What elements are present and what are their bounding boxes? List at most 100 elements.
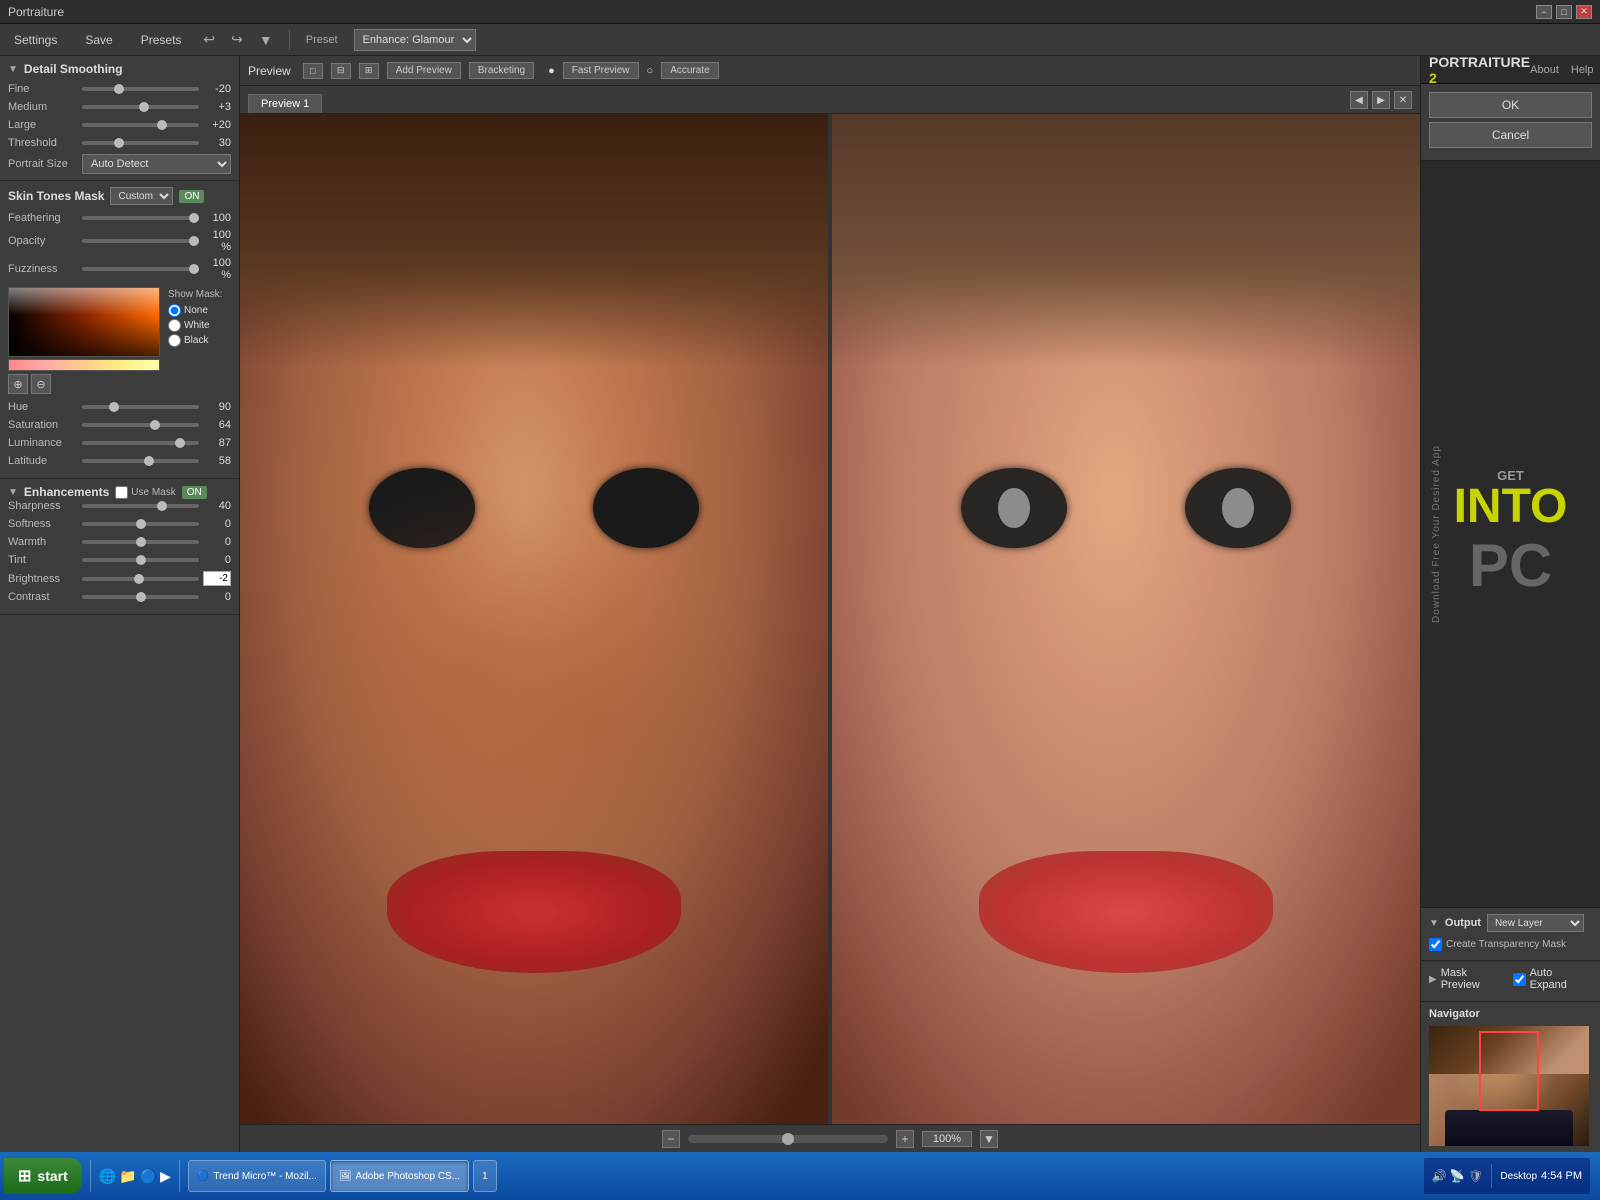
original-image-pane: [240, 114, 828, 1124]
undo-icon[interactable]: ↩: [203, 31, 215, 48]
contrast-value: 0: [203, 591, 231, 603]
zoom-dropdown-button[interactable]: ▼: [980, 1130, 998, 1148]
close-preview-button[interactable]: ✕: [1394, 91, 1412, 109]
hue-label: Hue: [8, 401, 78, 413]
menu-save[interactable]: Save: [79, 29, 118, 51]
taskbar: ⊞ start 🌐 📁 🔵 ▶ 🔵 Trend Micro™ - Mozil..…: [0, 1152, 1600, 1200]
nav-highlight-box[interactable]: [1479, 1031, 1539, 1111]
about-link[interactable]: About: [1530, 64, 1559, 76]
create-mask-checkbox[interactable]: [1429, 938, 1442, 951]
color-strip[interactable]: [8, 359, 160, 371]
taskbar-item-1[interactable]: 1: [473, 1160, 497, 1192]
color-gradient[interactable]: [8, 287, 160, 357]
redo-icon[interactable]: ↪: [231, 31, 243, 48]
fine-value: -20: [203, 83, 231, 95]
view-grid-button[interactable]: ⊞: [359, 63, 379, 79]
menu-settings[interactable]: Settings: [8, 29, 63, 51]
fine-slider[interactable]: [82, 87, 199, 91]
browser-icon[interactable]: 🔵: [140, 1168, 157, 1185]
threshold-slider[interactable]: [82, 141, 199, 145]
warmth-row: Warmth 0: [8, 535, 231, 549]
output-type-select[interactable]: New Layer Current Layer New Document: [1487, 914, 1584, 932]
preview-tab-1[interactable]: Preview 1: [248, 94, 322, 113]
zoom-minus-button[interactable]: −: [662, 1130, 680, 1148]
fast-preview-button[interactable]: Fast Preview: [563, 62, 639, 79]
ad-pc-text: PC: [1454, 531, 1568, 600]
zoom-slider-thumb[interactable]: [782, 1133, 794, 1145]
create-mask-label: Create Transparency Mask: [1446, 939, 1566, 950]
brightness-slider[interactable]: [82, 577, 199, 581]
feathering-slider[interactable]: [82, 216, 199, 220]
hue-slider[interactable]: [82, 405, 199, 409]
brightness-input[interactable]: [203, 571, 231, 586]
latitude-slider[interactable]: [82, 459, 199, 463]
portrait-size-row: Portrait Size Auto Detect Small Medium L…: [8, 154, 231, 174]
enh-toggle-icon[interactable]: ▼: [8, 487, 18, 498]
mask-black-radio[interactable]: [168, 334, 181, 347]
prev-preview-button[interactable]: ◀: [1350, 91, 1368, 109]
mask-none-radio[interactable]: [168, 304, 181, 317]
start-label: start: [37, 1168, 67, 1184]
warmth-value: 0: [203, 536, 231, 548]
media-icon[interactable]: ▶: [160, 1168, 171, 1185]
accurate-button[interactable]: Accurate: [661, 62, 718, 79]
fuzziness-slider[interactable]: [82, 267, 199, 271]
threshold-label: Threshold: [8, 137, 78, 149]
zoom-display: 100%: [922, 1131, 972, 1147]
auto-expand-checkbox[interactable]: [1513, 973, 1526, 986]
preview-area: Preview □ ⊟ ⊞ Add Preview Bracketing ● F…: [240, 56, 1420, 1152]
warmth-slider-container: [82, 535, 199, 549]
minimize-button[interactable]: −: [1536, 5, 1552, 19]
cancel-button[interactable]: Cancel: [1429, 122, 1592, 148]
medium-value: +3: [203, 101, 231, 113]
help-link[interactable]: Help: [1571, 64, 1594, 76]
view-single-button[interactable]: □: [303, 63, 323, 79]
add-preview-button[interactable]: Add Preview: [387, 62, 461, 79]
taskbar-trend-micro[interactable]: 🔵 Trend Micro™ - Mozil...: [188, 1160, 326, 1192]
sharpness-slider[interactable]: [82, 504, 199, 508]
menu-presets[interactable]: Presets: [135, 29, 188, 51]
section-toggle-icon[interactable]: ▼: [8, 64, 18, 75]
show-mask-controls: Show Mask: None White Black: [168, 287, 222, 394]
portrait-size-select[interactable]: Auto Detect Small Medium Large: [82, 154, 231, 174]
restore-button[interactable]: □: [1556, 5, 1572, 19]
zoom-plus-button[interactable]: +: [896, 1130, 914, 1148]
next-preview-button[interactable]: ▶: [1372, 91, 1390, 109]
large-slider[interactable]: [82, 123, 199, 127]
right-top-buttons: OK Cancel: [1421, 84, 1600, 161]
trend-micro-icon: 🔵: [197, 1171, 209, 1182]
contrast-slider[interactable]: [82, 595, 199, 599]
ie-icon[interactable]: 🌐: [99, 1168, 116, 1185]
preset-select[interactable]: Enhance: Glamour Enhance: Natural Enhanc…: [354, 29, 476, 51]
opacity-slider[interactable]: [82, 239, 199, 243]
medium-slider[interactable]: [82, 105, 199, 109]
skin-mode-select[interactable]: Custom Auto: [110, 187, 173, 205]
warmth-slider[interactable]: [82, 540, 199, 544]
output-toggle-icon[interactable]: ▼: [1429, 918, 1439, 929]
mask-white-radio[interactable]: [168, 319, 181, 332]
bracketing-button[interactable]: Bracketing: [469, 62, 534, 79]
skin-on-badge[interactable]: ON: [179, 190, 204, 203]
tint-slider[interactable]: [82, 558, 199, 562]
detail-smoothing-title: Detail Smoothing: [24, 62, 123, 76]
menubar: Settings Save Presets ↩ ↪ ▼ Preset Enhan…: [0, 24, 1600, 56]
ok-button[interactable]: OK: [1429, 92, 1592, 118]
view-split-button[interactable]: ⊟: [331, 63, 351, 79]
menu-arrow-icon[interactable]: ▼: [259, 32, 273, 48]
explorer-icon[interactable]: 📁: [119, 1168, 136, 1185]
start-button[interactable]: ⊞ start: [4, 1158, 82, 1194]
enhancements-title: Enhancements: [24, 485, 109, 499]
use-mask-checkbox[interactable]: [115, 486, 128, 499]
preview-tab-bar: Preview 1 ◀ ▶ ✕: [240, 86, 1420, 114]
close-button[interactable]: ✕: [1576, 5, 1592, 19]
fuzziness-value: 100 %: [203, 257, 231, 281]
tray-icons: 🔊 📡 🛡: [1432, 1169, 1484, 1183]
mask-toggle-icon[interactable]: ▶: [1429, 974, 1437, 985]
saturation-slider[interactable]: [82, 423, 199, 427]
luminance-slider[interactable]: [82, 441, 199, 445]
enh-on-badge[interactable]: ON: [182, 486, 207, 499]
eyedropper-remove-tool[interactable]: ⊖: [31, 374, 51, 394]
softness-slider[interactable]: [82, 522, 199, 526]
eyedropper-add-tool[interactable]: ⊕: [8, 374, 28, 394]
taskbar-photoshop[interactable]: 🖼 Adobe Photoshop CS...: [330, 1160, 469, 1192]
